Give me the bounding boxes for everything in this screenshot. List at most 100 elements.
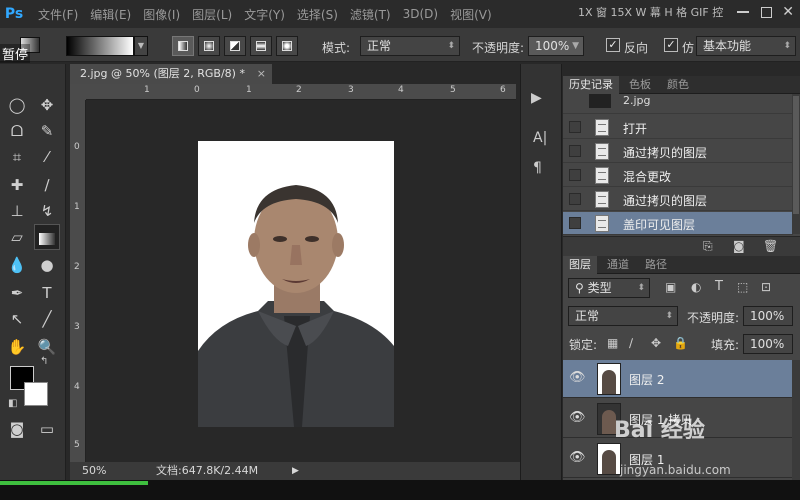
- angle-gradient-button[interactable]: [224, 36, 246, 56]
- menu-filter[interactable]: 滤镜(T): [350, 6, 391, 23]
- visibility-eye-icon[interactable]: 👁: [569, 370, 586, 385]
- workspace-select[interactable]: 基本功能 ⬍: [696, 36, 796, 56]
- lock-transparent-icon[interactable]: ▦: [607, 336, 618, 350]
- new-document-icon[interactable]: ⎘: [703, 239, 713, 254]
- default-colors-icon[interactable]: ◧: [8, 398, 17, 409]
- layers-scrollbar[interactable]: [792, 360, 800, 480]
- filter-type-icon[interactable]: T: [715, 279, 723, 294]
- ruler-origin[interactable]: [70, 84, 86, 100]
- gradient-tool-icon[interactable]: [34, 224, 60, 250]
- filter-shape-icon[interactable]: ⬚: [737, 280, 748, 294]
- diamond-gradient-button[interactable]: [276, 36, 298, 56]
- eyedropper-tool-icon[interactable]: ⁄: [34, 144, 60, 170]
- reflected-gradient-button[interactable]: [250, 36, 272, 56]
- history-item[interactable]: 通过拷贝的图层: [563, 188, 793, 211]
- lock-position-icon[interactable]: ✥: [651, 336, 661, 350]
- history-item[interactable]: 通过拷贝的图层: [563, 140, 793, 163]
- history-item-selected[interactable]: 盖印可见图层: [563, 212, 793, 235]
- menu-type[interactable]: 文字(Y): [244, 6, 285, 23]
- elliptical-marquee-tool-icon[interactable]: ◯: [4, 92, 30, 118]
- history-snapshot[interactable]: 2.jpg: [563, 94, 793, 114]
- background-color-swatch[interactable]: [24, 382, 48, 406]
- history-source-checkbox[interactable]: [569, 217, 581, 229]
- camera-icon[interactable]: ◙: [733, 239, 745, 253]
- tab-layers[interactable]: 图层: [563, 256, 597, 274]
- trash-icon[interactable]: 🗑: [763, 239, 778, 253]
- lock-pixels-icon[interactable]: ∕: [629, 336, 633, 350]
- menu-layer[interactable]: 图层(L): [192, 6, 232, 23]
- history-item[interactable]: 打开: [563, 116, 793, 139]
- tab-history[interactable]: 历史记录: [563, 76, 619, 94]
- history-source-checkbox[interactable]: [569, 121, 581, 133]
- menu-view[interactable]: 视图(V): [450, 6, 492, 23]
- menu-3d[interactable]: 3D(D): [403, 7, 438, 21]
- layer-row-selected[interactable]: 👁 图层 2: [563, 360, 793, 398]
- lock-all-icon[interactable]: 🔒: [673, 336, 688, 350]
- dither-checkbox[interactable]: ✓: [664, 38, 678, 52]
- menu-file[interactable]: 文件(F): [38, 6, 78, 23]
- maximize-icon[interactable]: [761, 6, 773, 18]
- quick-mask-icon[interactable]: ◙: [4, 416, 30, 442]
- layer-filter-select[interactable]: ⚲ 类型 ⬍: [568, 278, 650, 298]
- healing-brush-tool-icon[interactable]: ✚: [4, 172, 30, 198]
- gradient-dropdown-icon[interactable]: ▼: [134, 36, 148, 56]
- tab-swatches[interactable]: 色板: [623, 76, 657, 94]
- blur-tool-icon[interactable]: 💧: [4, 252, 30, 278]
- horizontal-ruler[interactable]: 1 0 1 2 3 4 5 6: [86, 84, 516, 100]
- linear-gradient-button[interactable]: [172, 36, 194, 56]
- history-source-checkbox[interactable]: [569, 145, 581, 157]
- radial-gradient-button[interactable]: [198, 36, 220, 56]
- blend-mode-select[interactable]: 正常 ⬍: [568, 306, 678, 326]
- layer-opacity-input[interactable]: 100%: [743, 306, 793, 326]
- minimize-icon[interactable]: [737, 11, 750, 13]
- pause-overlay-label[interactable]: 暂停: [0, 44, 31, 63]
- filter-smart-object-icon[interactable]: ⊡: [761, 280, 771, 294]
- history-source-checkbox[interactable]: [569, 193, 581, 205]
- screen-mode-icon[interactable]: ▭: [34, 416, 60, 442]
- gradient-picker[interactable]: [66, 36, 134, 56]
- tab-channels[interactable]: 通道: [601, 256, 635, 274]
- filter-adjustment-icon[interactable]: ◐: [691, 280, 701, 294]
- mode-select[interactable]: 正常 ⬍: [360, 36, 460, 56]
- pen-tool-icon[interactable]: ✒: [4, 280, 30, 306]
- document-tab[interactable]: 2.jpg @ 50% (图层 2, RGB/8) * ×: [70, 64, 272, 84]
- clone-stamp-tool-icon[interactable]: ⊥: [4, 198, 30, 224]
- close-window-icon[interactable]: ✕: [782, 4, 794, 20]
- paragraph-panel-icon[interactable]: ¶: [533, 160, 542, 176]
- line-tool-icon[interactable]: ╱: [34, 306, 60, 332]
- menu-select[interactable]: 选择(S): [297, 6, 338, 23]
- ruler-mark: 6: [500, 85, 506, 95]
- eraser-tool-icon[interactable]: ▱: [4, 224, 30, 250]
- lasso-tool-icon[interactable]: ᗝ: [4, 118, 30, 144]
- brush-tool-icon[interactable]: ∕: [34, 172, 60, 198]
- crop-tool-icon[interactable]: ⌗: [4, 144, 30, 170]
- opacity-input[interactable]: 100% ▼: [528, 36, 584, 56]
- path-selection-tool-icon[interactable]: ↖: [4, 306, 30, 332]
- swap-colors-icon[interactable]: ↰: [40, 356, 48, 367]
- history-source-checkbox[interactable]: [569, 169, 581, 181]
- tab-color[interactable]: 颜色: [661, 76, 695, 94]
- hand-tool-icon[interactable]: ✋: [4, 334, 30, 360]
- filter-pixel-icon[interactable]: ▣: [665, 280, 676, 294]
- fill-input[interactable]: 100%: [743, 334, 793, 354]
- visibility-eye-icon[interactable]: 👁: [569, 450, 586, 465]
- document-canvas[interactable]: [198, 141, 394, 427]
- play-action-icon[interactable]: ▶: [531, 90, 542, 106]
- history-item[interactable]: 混合更改: [563, 164, 793, 187]
- history-brush-tool-icon[interactable]: ↯: [34, 198, 60, 224]
- tab-paths[interactable]: 路径: [639, 256, 673, 274]
- close-icon[interactable]: ×: [257, 64, 266, 84]
- reverse-checkbox[interactable]: ✓: [606, 38, 620, 52]
- zoom-level[interactable]: 50%: [82, 462, 106, 480]
- quick-selection-tool-icon[interactable]: ✎: [34, 118, 60, 144]
- type-tool-icon[interactable]: T: [34, 280, 60, 306]
- menu-edit[interactable]: 编辑(E): [90, 6, 131, 23]
- vertical-ruler[interactable]: 0 1 2 3 4 5: [70, 100, 86, 462]
- history-scroll-thumb[interactable]: [793, 96, 799, 214]
- move-tool-icon[interactable]: ✥: [34, 92, 60, 118]
- status-menu-icon[interactable]: ▶: [292, 462, 299, 480]
- visibility-eye-icon[interactable]: 👁: [569, 410, 586, 425]
- dodge-tool-icon[interactable]: ●: [34, 252, 60, 278]
- character-panel-icon[interactable]: A|: [533, 130, 547, 146]
- menu-image[interactable]: 图像(I): [143, 6, 180, 23]
